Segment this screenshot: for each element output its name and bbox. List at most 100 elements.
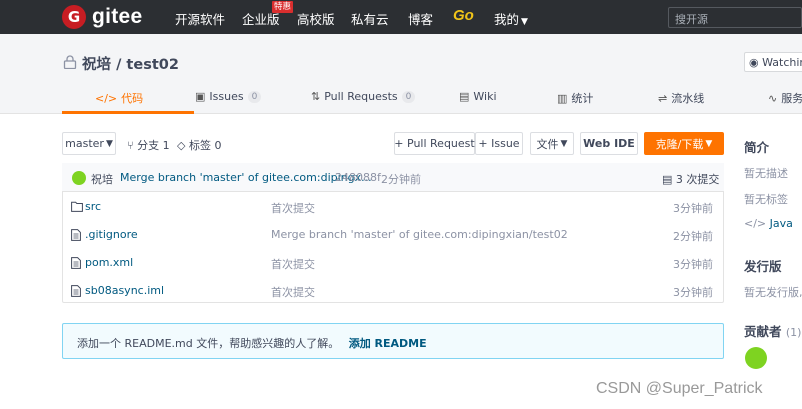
tab-wiki[interactable]: ▤ Wiki: [459, 90, 497, 103]
repo-name-link[interactable]: test02: [126, 57, 179, 73]
repo-owner-link[interactable]: 祝培: [82, 57, 111, 73]
watch-label: Watching: [762, 56, 802, 69]
contributors-title: 贡献者: [744, 324, 782, 339]
file-time: 3分钟前: [673, 202, 713, 215]
branches-link[interactable]: ⑂ 分支 1: [127, 137, 170, 153]
file-time: 2分钟前: [673, 230, 713, 243]
pull-requests-count-badge: 0: [401, 90, 416, 103]
releases-heading: 发行版: [744, 259, 782, 274]
commit-hash[interactable]: 248088f: [335, 171, 381, 184]
web-ide-button[interactable]: Web IDE: [580, 132, 638, 155]
file-icon: [71, 285, 81, 297]
file-commit-message[interactable]: 首次提交: [271, 256, 315, 272]
service-icon: ∿: [768, 91, 778, 105]
commit-time: 2分钟前: [381, 173, 421, 186]
file-name[interactable]: .gitignore: [85, 228, 138, 241]
issues-icon: ▣: [195, 90, 206, 103]
file-row[interactable]: pom.xml 首次提交 3分钟前: [63, 249, 723, 277]
author-avatar[interactable]: [72, 171, 86, 185]
chart-icon: ▥: [557, 91, 568, 105]
language-link[interactable]: </> Java: [744, 217, 793, 230]
gitee-logo[interactable]: G gitee: [62, 5, 143, 29]
language-label: Java: [769, 217, 793, 230]
tab-issues[interactable]: ▣ Issues 0: [195, 90, 262, 103]
logo-text: gitee: [92, 5, 143, 28]
file-commit-message[interactable]: Merge branch 'master' of gitee.com:dipin…: [271, 228, 568, 241]
code-icon: </>: [95, 91, 118, 105]
commits-icon: ▤: [662, 173, 673, 186]
nav-go[interactable]: Go: [453, 7, 474, 24]
contributors-heading: 贡献者 (1): [744, 321, 801, 340]
issues-count-badge: 0: [247, 90, 262, 103]
repo-separator: /: [116, 57, 122, 73]
readme-prompt: 添加一个 README.md 文件，帮助感兴趣的人了解。 添加 README: [62, 323, 724, 359]
tab-code[interactable]: </> 代码: [95, 90, 143, 106]
caret-down-icon: ▼: [521, 17, 528, 27]
commit-count-link[interactable]: ▤ 3 次提交: [662, 171, 719, 187]
tag-icon: ◇: [177, 139, 186, 152]
tab-wiki-label: Wiki: [473, 90, 497, 103]
code-icon: </>: [744, 217, 767, 230]
eye-icon: ◉: [749, 56, 759, 69]
file-name[interactable]: src: [85, 200, 101, 213]
file-name[interactable]: pom.xml: [85, 256, 133, 269]
tab-service[interactable]: ∿ 服务: [768, 90, 802, 106]
branch-icon: ⑂: [127, 139, 134, 152]
file-commit-message[interactable]: 首次提交: [271, 284, 315, 300]
pipeline-icon: ⇌: [658, 91, 668, 105]
pull-request-button[interactable]: + Pull Request: [394, 132, 475, 155]
no-tags-text: 暂无标签: [744, 193, 788, 206]
latest-commit-bar: 祝培 Merge branch 'master' of gitee.com:di…: [62, 163, 724, 192]
search-input[interactable]: 搜开源: [668, 7, 802, 28]
file-icon: [71, 257, 81, 269]
wiki-icon: ▤: [459, 90, 470, 103]
branches-label: 分支 1: [137, 139, 170, 152]
tab-issues-label: Issues: [209, 90, 244, 103]
nav-blog[interactable]: 博客: [408, 9, 433, 28]
contributor-avatar[interactable]: [745, 347, 767, 369]
promo-badge: 特惠: [272, 1, 294, 13]
file-name[interactable]: sb08async.iml: [85, 284, 164, 297]
tab-pipeline[interactable]: ⇌ 流水线: [658, 90, 704, 106]
pull-request-icon: ⇅: [311, 90, 321, 103]
active-tab-indicator: [62, 111, 194, 114]
branch-select[interactable]: master ▼: [62, 132, 116, 155]
clone-download-button[interactable]: 克隆/下载 ▼: [644, 132, 724, 155]
tab-service-label: 服务: [781, 92, 802, 105]
caret-down-icon: ▼: [560, 138, 568, 149]
nav-education[interactable]: 高校版: [297, 9, 335, 28]
branch-label: master: [65, 137, 104, 150]
commit-message-link[interactable]: Merge branch 'master' of gitee.com:dipin…: [120, 171, 372, 184]
add-readme-link[interactable]: 添加 README: [349, 337, 427, 350]
tab-pipeline-label: 流水线: [671, 92, 705, 105]
commit-count-label: 3 次提交: [675, 173, 720, 186]
tags-link[interactable]: ◇ 标签 0: [177, 137, 221, 153]
intro-heading: 简介: [744, 140, 770, 155]
issue-button[interactable]: + Issue: [475, 132, 523, 155]
tab-pull-requests[interactable]: ⇅ Pull Requests 0: [311, 90, 416, 103]
nav-mine[interactable]: 我的 ▼: [494, 9, 528, 28]
folder-icon: [71, 201, 83, 212]
file-row[interactable]: sb08async.iml 首次提交 3分钟前: [63, 277, 723, 305]
file-menu-label: 文件: [536, 137, 559, 151]
tab-stats-label: 统计: [571, 92, 594, 105]
tags-label: 标签 0: [188, 139, 222, 152]
gitee-logo-icon: G: [62, 5, 86, 29]
file-icon: [71, 229, 81, 241]
file-row[interactable]: src 首次提交 3分钟前: [63, 193, 723, 221]
tab-stats[interactable]: ▥ 统计: [557, 90, 593, 106]
file-row[interactable]: .gitignore Merge branch 'master' of gite…: [63, 221, 723, 249]
nav-private-cloud[interactable]: 私有云: [351, 9, 389, 28]
readme-prompt-text: 添加一个 README.md 文件，帮助感兴趣的人了解。: [77, 337, 340, 350]
tab-code-label: 代码: [121, 92, 144, 105]
caret-down-icon: ▼: [105, 138, 113, 149]
watch-button[interactable]: ◉ Watching: [744, 52, 802, 72]
nav-open-source[interactable]: 开源软件: [175, 9, 225, 28]
lock-icon: [63, 55, 77, 69]
nav-mine-label: 我的: [494, 12, 520, 27]
commit-author[interactable]: 祝培: [91, 171, 113, 187]
no-description-text: 暂无描述: [744, 167, 788, 180]
file-menu-button[interactable]: 文件 ▼: [530, 132, 574, 155]
file-commit-message[interactable]: 首次提交: [271, 200, 315, 216]
tab-pull-requests-label: Pull Requests: [324, 90, 398, 103]
